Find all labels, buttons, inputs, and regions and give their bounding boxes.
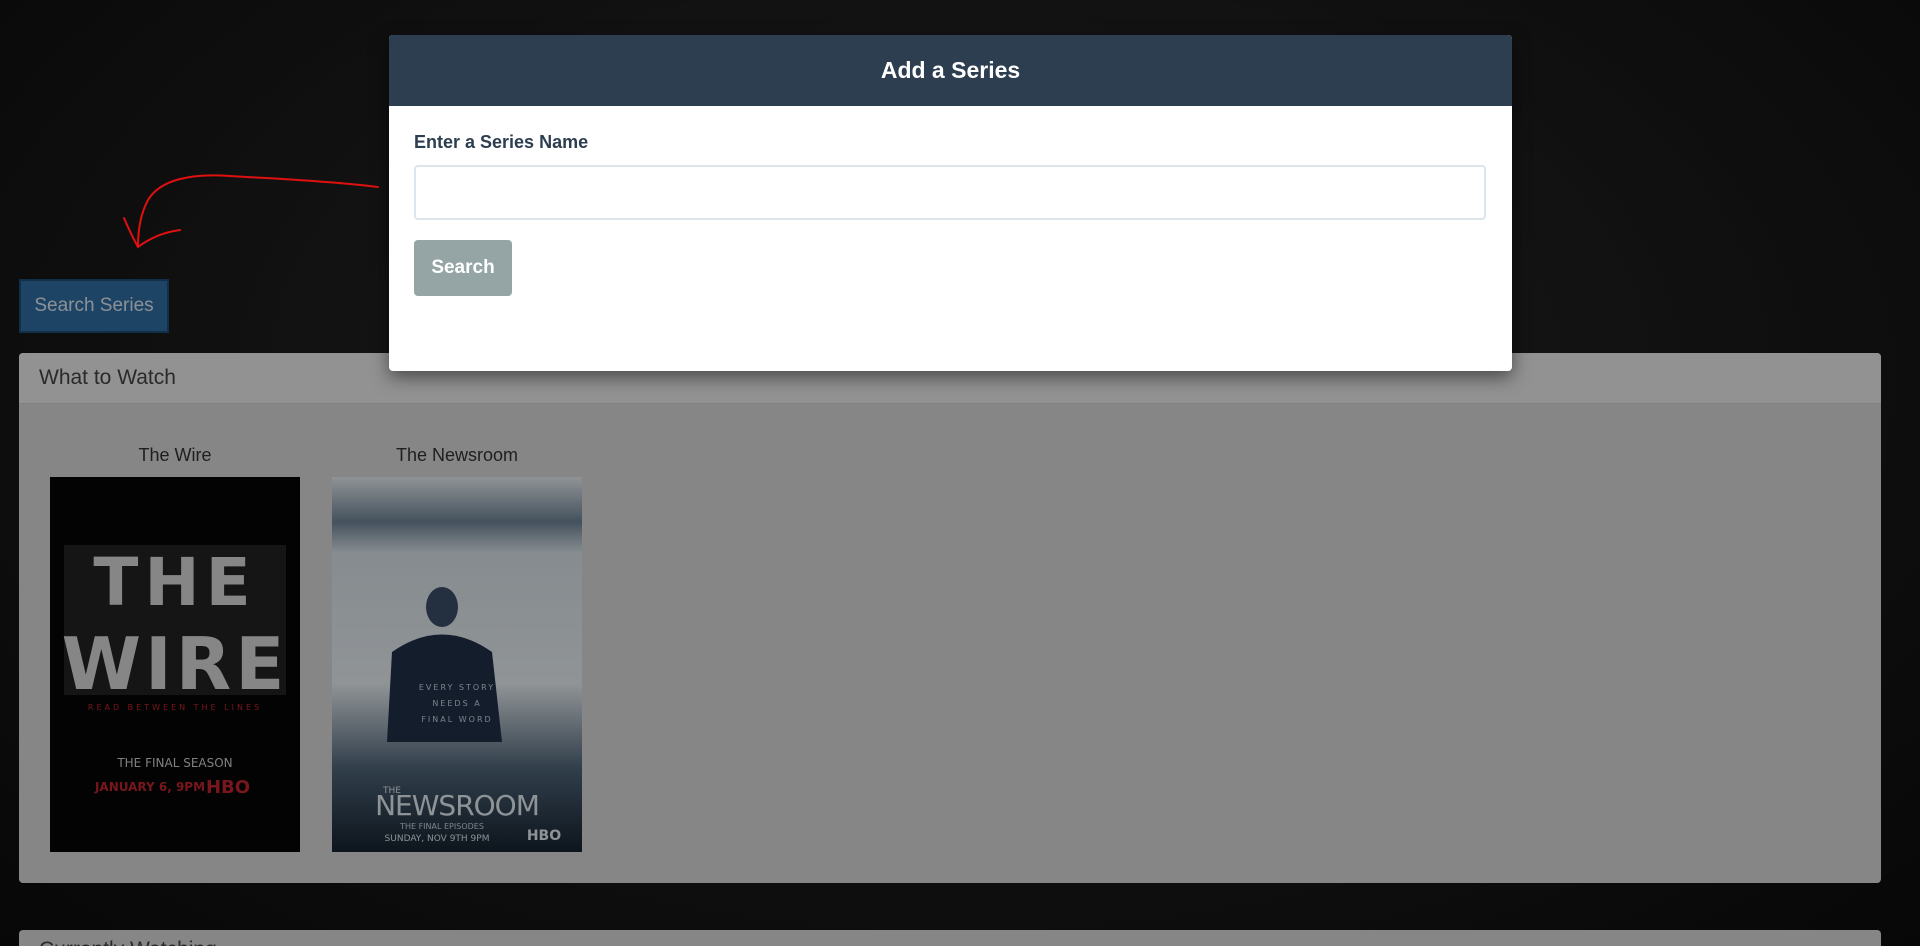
search-button[interactable]: Search: [414, 240, 512, 296]
add-series-modal: Add a Series Enter a Series Name Search: [389, 35, 1512, 371]
page: Search Series What to Watch The Wire THE…: [0, 0, 1920, 946]
series-name-label: Enter a Series Name: [414, 132, 589, 152]
series-name-input[interactable]: [414, 165, 1486, 220]
modal-title: Add a Series: [389, 35, 1512, 106]
modal-body: Enter a Series Name Search: [389, 106, 1512, 316]
